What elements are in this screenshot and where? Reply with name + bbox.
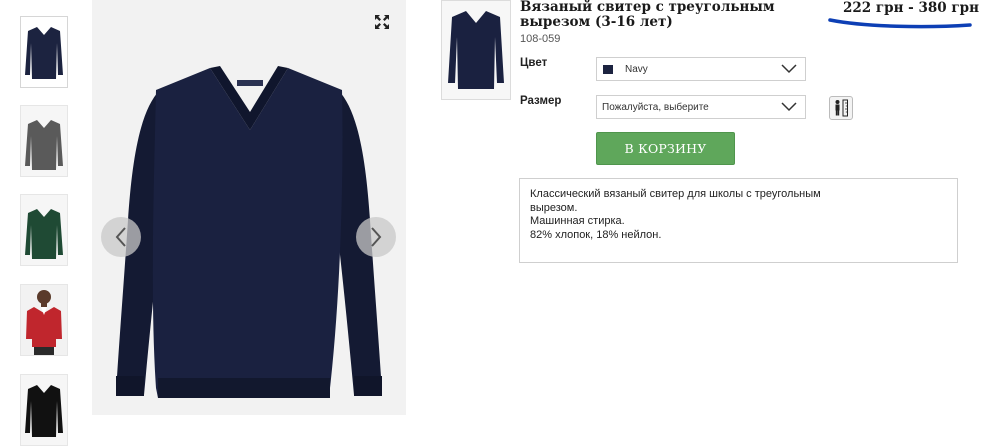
size-label: Размер [520,95,562,107]
thumbnail-black-sweater[interactable] [20,374,68,446]
expand-icon[interactable] [374,14,390,30]
add-to-cart-button[interactable]: В КОРЗИНУ [596,132,735,165]
next-image-button[interactable] [356,217,396,257]
previous-image-button[interactable] [101,217,141,257]
thumbnail-navy-sweater[interactable] [20,16,68,88]
chevron-down-icon [781,102,797,112]
model-thumbnail-image [21,285,67,355]
color-select-value: Navy [625,64,648,75]
description-line-3: 82% хлопок, 18% нейлон. [530,228,662,241]
product-description: Классический вязаный свитер для школы с … [519,178,958,263]
size-select[interactable]: Пожалуйста, выберите [596,95,806,119]
description-line-2: Машинная стирка. [530,215,625,227]
selected-product-thumbnail [441,0,511,100]
thumbnail-green-sweater[interactable] [20,194,68,266]
thumbnail-grey-sweater[interactable] [20,105,68,177]
sweater-thumbnail-image [442,1,510,99]
sweater-thumbnail-image [21,375,67,445]
thumbnail-model-red-sweater[interactable] [20,284,68,356]
annotation-underline [828,18,972,29]
sweater-thumbnail-image [21,17,67,87]
product-title: Вязаный свитер с треугольным вырезом (3-… [520,0,775,30]
size-select-value: Пожалуйста, выберите [602,102,709,113]
description-line-1: Классический вязаный свитер для школы с … [530,188,821,214]
color-select[interactable]: Navy [596,57,806,81]
sweater-thumbnail-image [21,195,67,265]
main-product-image [92,0,406,415]
product-sku: 108-059 [520,33,561,45]
chevron-down-icon [781,64,797,74]
sweater-thumbnail-image [21,106,67,176]
color-swatch [603,65,613,74]
chevron-left-icon [115,227,126,247]
chevron-right-icon [371,227,382,247]
navy-sweater-image [92,0,406,415]
size-guide-icon[interactable] [829,96,853,120]
color-label: Цвет [520,57,548,69]
